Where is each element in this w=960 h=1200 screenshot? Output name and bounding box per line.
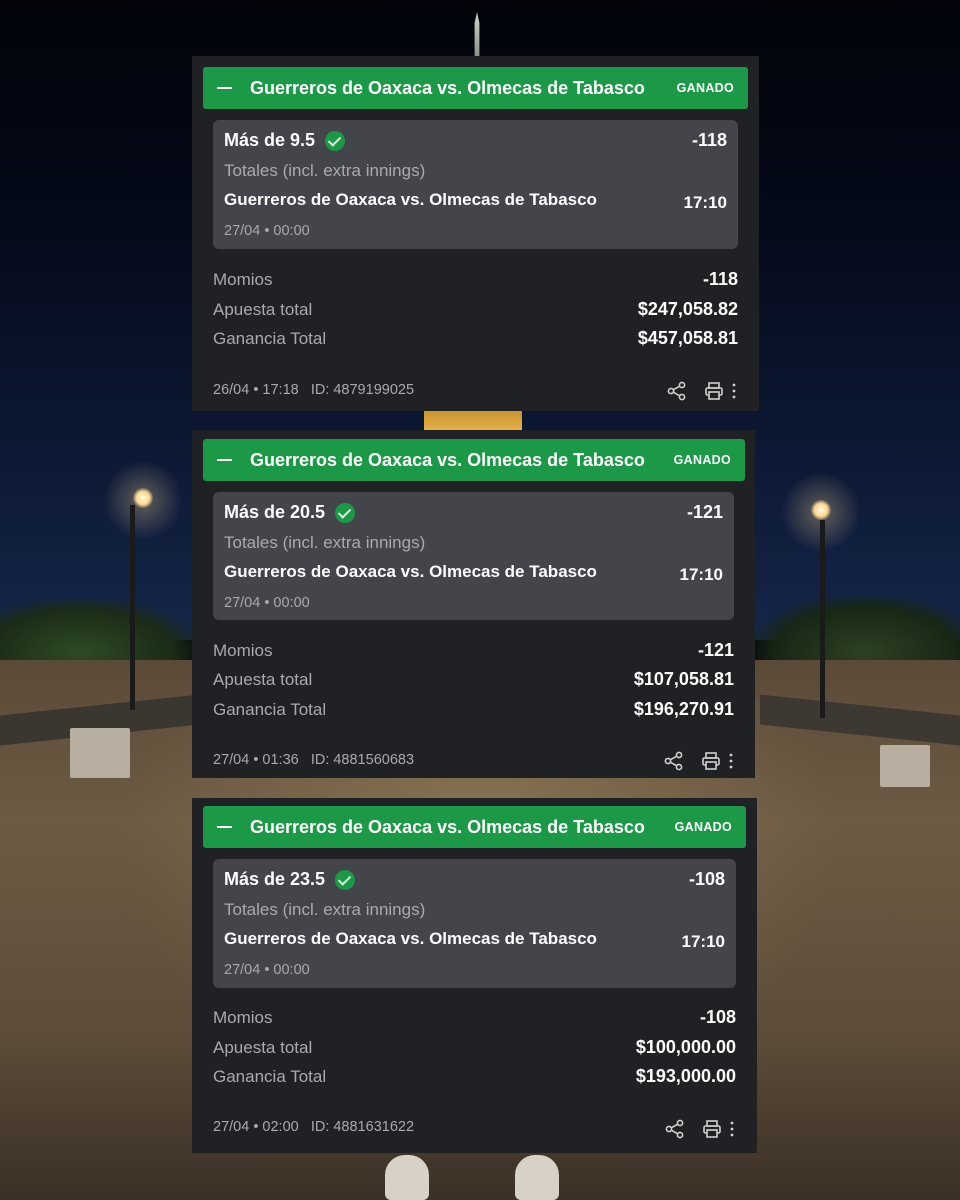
selection-box: Más de 23.5 -108 Totales (incl. extra in…	[213, 859, 736, 988]
status-badge: GANADO	[676, 81, 734, 95]
share-icon[interactable]	[667, 381, 687, 401]
event-time: 17:10	[679, 565, 723, 584]
bet-header-1[interactable]: Guerreros de Oaxaca vs. Olmecas de Tabas…	[203, 67, 748, 109]
bet-footer-meta: 27/04 • 01:36 ID: 4881560683	[213, 752, 414, 768]
printer-icon[interactable]	[704, 381, 724, 401]
momios-label: Momios	[213, 1008, 273, 1027]
selection-name: Más de 23.5	[224, 869, 326, 889]
event-time: 17:10	[681, 932, 725, 951]
shoe-right	[515, 1155, 559, 1200]
bet-id: ID: 4881560683	[310, 752, 415, 768]
momios-label: Momios	[213, 641, 273, 660]
selection-name: Más de 20.5	[224, 502, 326, 522]
payout-label: Ganancia Total	[213, 1067, 327, 1086]
share-icon[interactable]	[665, 1119, 685, 1139]
bet-card-3: Guerreros de Oaxaca vs. Olmecas de Tabas…	[192, 798, 757, 1153]
selection-odds: -121	[686, 502, 723, 522]
street-lamp-left	[130, 505, 135, 710]
bet-header-title: Guerreros de Oaxaca vs. Olmecas de Tabas…	[250, 77, 645, 98]
stake-value: $107,058.81	[633, 669, 734, 689]
stake-label: Apuesta total	[213, 670, 313, 689]
event-name: Guerreros de Oaxaca vs. Olmecas de Tabas…	[224, 562, 597, 581]
status-badge: GANADO	[674, 820, 732, 834]
event-name: Guerreros de Oaxaca vs. Olmecas de Tabas…	[224, 190, 597, 209]
selection-odds: -108	[688, 869, 725, 889]
momios-value: -121	[697, 640, 734, 660]
selection-name-row: Más de 9.5	[224, 130, 346, 151]
stake-label: Apuesta total	[213, 1038, 313, 1057]
selection-box: Más de 9.5 -118 Totales (incl. extra inn…	[213, 120, 738, 249]
payout-value: $193,000.00	[635, 1066, 736, 1086]
stake-value: $100,000.00	[635, 1037, 736, 1057]
lamp-light-right	[811, 500, 831, 520]
bet-header-title: Guerreros de Oaxaca vs. Olmecas de Tabas…	[250, 816, 645, 837]
event-date: 27/04 • 00:00	[224, 223, 310, 239]
minus-icon[interactable]	[217, 87, 232, 89]
placed-at: 27/04 • 02:00	[213, 1119, 299, 1135]
more-vertical-icon[interactable]	[730, 382, 738, 400]
selection-box: Más de 20.5 -121 Totales (incl. extra in…	[213, 492, 734, 620]
stake-value: $247,058.82	[637, 299, 738, 319]
concrete-bench-left	[70, 728, 130, 778]
check-circle-icon	[325, 130, 346, 151]
concrete-bench-right	[880, 745, 930, 787]
selection-name-row: Más de 23.5	[224, 869, 356, 890]
bet-header-3[interactable]: Guerreros de Oaxaca vs. Olmecas de Tabas…	[203, 806, 746, 848]
monument-lights	[424, 410, 522, 432]
momios-value: -108	[699, 1007, 736, 1027]
check-circle-icon	[335, 869, 356, 890]
more-vertical-icon[interactable]	[727, 752, 735, 770]
bet-footer-meta: 27/04 • 02:00 ID: 4881631622	[213, 1119, 414, 1135]
bet-id: ID: 4881631622	[310, 1119, 415, 1135]
market-name: Totales (incl. extra innings)	[224, 533, 426, 552]
placed-at: 26/04 • 17:18	[213, 382, 299, 398]
bet-header-title: Guerreros de Oaxaca vs. Olmecas de Tabas…	[250, 449, 645, 470]
placed-at: 27/04 • 01:36	[213, 752, 299, 768]
momios-label: Momios	[213, 270, 273, 289]
shoe-left	[385, 1155, 429, 1200]
selection-odds: -118	[691, 130, 727, 150]
minus-icon[interactable]	[217, 459, 232, 461]
event-time: 17:10	[683, 193, 727, 212]
selection-name-row: Más de 20.5	[224, 502, 356, 523]
lamp-light-left	[133, 488, 153, 508]
selection-name: Más de 9.5	[224, 130, 316, 150]
bet-footer-meta: 26/04 • 17:18 ID: 4879199025	[213, 382, 414, 398]
bet-id: ID: 4879199025	[310, 382, 415, 398]
event-date: 27/04 • 00:00	[224, 595, 310, 611]
more-vertical-icon[interactable]	[728, 1120, 736, 1138]
event-date: 27/04 • 00:00	[224, 962, 310, 978]
payout-label: Ganancia Total	[213, 700, 327, 719]
printer-icon[interactable]	[702, 1119, 722, 1139]
street-lamp-right	[820, 520, 825, 718]
stake-label: Apuesta total	[213, 300, 313, 319]
event-name: Guerreros de Oaxaca vs. Olmecas de Tabas…	[224, 929, 597, 948]
printer-icon[interactable]	[701, 751, 721, 771]
bet-header-2[interactable]: Guerreros de Oaxaca vs. Olmecas de Tabas…	[203, 439, 745, 481]
payout-label: Ganancia Total	[213, 329, 327, 348]
payout-value: $196,270.91	[633, 699, 734, 719]
bet-card-2: Guerreros de Oaxaca vs. Olmecas de Tabas…	[192, 430, 755, 778]
check-circle-icon	[335, 502, 356, 523]
payout-value: $457,058.81	[637, 328, 738, 348]
momios-value: -118	[702, 269, 738, 289]
minus-icon[interactable]	[217, 826, 232, 828]
status-badge: GANADO	[673, 453, 731, 467]
bet-card-1: Guerreros de Oaxaca vs. Olmecas de Tabas…	[192, 56, 759, 411]
market-name: Totales (incl. extra innings)	[224, 161, 426, 180]
share-icon[interactable]	[664, 751, 684, 771]
market-name: Totales (incl. extra innings)	[224, 900, 426, 919]
